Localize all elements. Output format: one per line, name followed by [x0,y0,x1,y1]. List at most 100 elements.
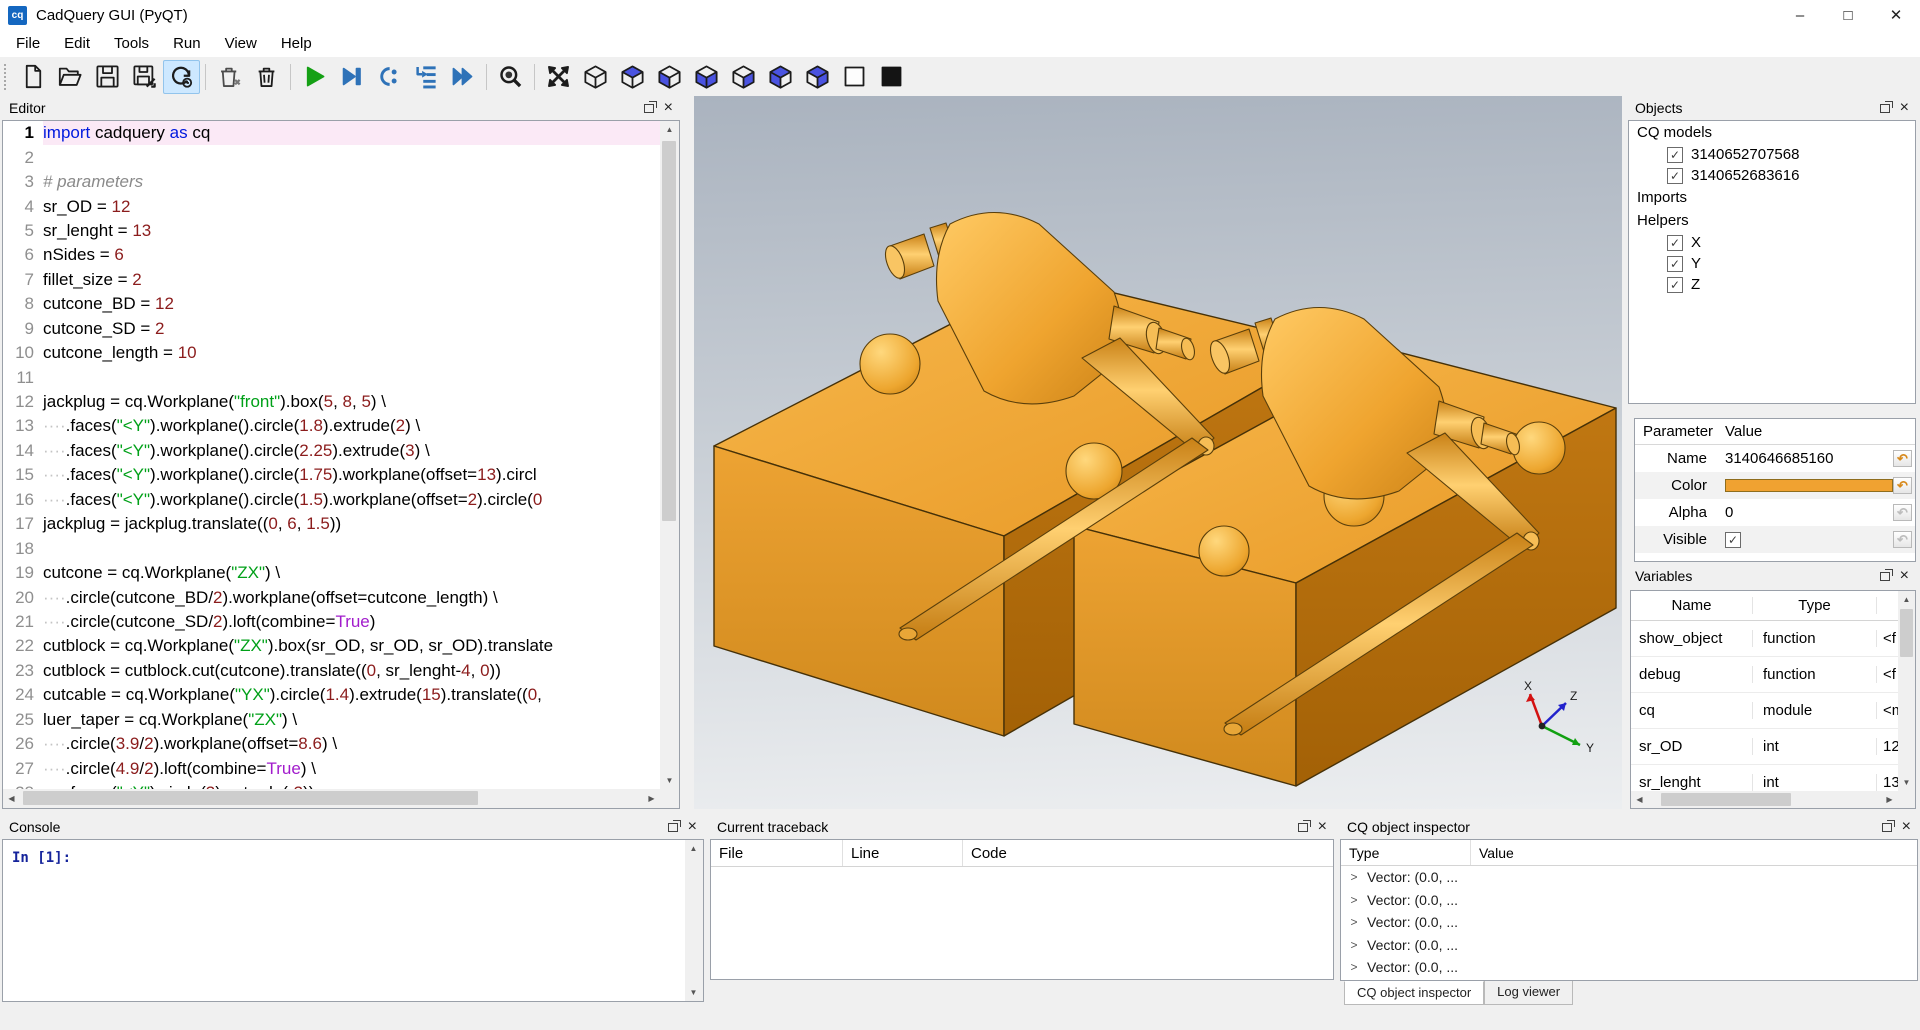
shaded-mode-button[interactable] [873,60,910,94]
minimize-button[interactable]: – [1776,0,1824,30]
variable-row-show_object[interactable]: show_objectfunction<f [1631,621,1898,657]
scroll-up-arrow[interactable]: ▲ [1898,591,1915,608]
expand-chevron-icon[interactable]: > [1341,870,1367,884]
code-line-18[interactable]: 18 [3,536,660,560]
code-line-20[interactable]: 20····.circle(cutcone_BD/2).workplane(of… [3,585,660,609]
scroll-left-arrow[interactable]: ◀ [1631,791,1648,808]
code-line-6[interactable]: 6nSides = 6 [3,243,660,267]
inspector-table[interactable]: Type Value >Vector: (0.0, ...>Vector: (0… [1340,839,1918,981]
param-value[interactable]: ✓ [1715,532,1893,548]
variable-row-cq[interactable]: cqmodule<m [1631,693,1898,729]
code-line-4[interactable]: 4sr_OD = 12 [3,194,660,218]
scroll-up-arrow[interactable]: ▲ [661,121,678,138]
menu-tools[interactable]: Tools [102,31,161,56]
checkbox[interactable]: ✓ [1667,256,1683,272]
editor-horizontal-scrollbar[interactable]: ◀ ▶ [3,789,660,808]
view-bottom-button[interactable] [651,60,688,94]
visible-checkbox[interactable]: ✓ [1725,532,1741,548]
editor-vscroll-thumb[interactable] [662,141,676,521]
inspector-row[interactable]: >Vector: (0.0, ... [1341,956,1917,979]
code-line-9[interactable]: 9cutcone_SD = 2 [3,317,660,341]
param-value[interactable]: 0 [1715,504,1893,521]
code-line-1[interactable]: 1import cadquery as cq [3,121,660,145]
expand-chevron-icon[interactable]: > [1341,938,1367,952]
inspector-row[interactable]: >Vector: (0.0, ... [1341,889,1917,912]
tab-log-viewer[interactable]: Log viewer [1484,981,1573,1005]
code-line-25[interactable]: 25luer_taper = cq.Workplane("ZX") \ [3,708,660,732]
code-line-10[interactable]: 10cutcone_length = 10 [3,341,660,365]
inspector-row[interactable]: >Vector: (0.0, ... [1341,934,1917,957]
code-line-24[interactable]: 24cutcable = cq.Workplane("YX").circle(1… [3,683,660,707]
maximize-button[interactable]: □ [1824,0,1872,30]
editor-float-icon[interactable] [644,104,654,113]
menu-help[interactable]: Help [269,31,324,56]
tree-group-helpers[interactable]: Helpers [1629,209,1915,232]
toggle-breakpoint-button[interactable] [370,60,407,94]
scroll-right-arrow[interactable]: ▶ [643,790,660,807]
tree-group-cq-models[interactable]: CQ models [1629,121,1915,144]
inspector-close-icon[interactable]: × [1902,822,1911,832]
scroll-down-arrow[interactable]: ▼ [1898,774,1915,791]
inspector-panel-header[interactable]: CQ object inspector × [1340,815,1918,839]
inspector-row[interactable]: >Vector: (0.0, ... [1341,911,1917,934]
variables-float-icon[interactable] [1880,572,1890,581]
variables-vertical-scrollbar[interactable]: ▲ ▼ [1898,591,1915,791]
objects-float-icon[interactable] [1880,104,1890,113]
variables-table[interactable]: NameTypeshow_objectfunction<fdebugfuncti… [1630,590,1916,809]
console-close-icon[interactable]: × [688,822,697,832]
menu-run[interactable]: Run [161,31,213,56]
menu-file[interactable]: File [4,31,52,56]
code-line-15[interactable]: 15····.faces("<Y").workplane().circle(1.… [3,463,660,487]
view-left-button[interactable] [762,60,799,94]
checkbox[interactable]: ✓ [1667,277,1683,293]
3d-viewport[interactable]: X Z Y [694,96,1622,809]
checkbox[interactable]: ✓ [1667,147,1683,163]
step-into-button[interactable] [407,60,444,94]
objects-tree[interactable]: CQ models✓3140652707568✓3140652683616Imp… [1628,120,1916,404]
checkbox[interactable]: ✓ [1667,168,1683,184]
delete-all-button[interactable] [248,60,285,94]
code-line-11[interactable]: 11 [3,365,660,389]
code-line-13[interactable]: 13····.faces("<Y").workplane().circle(1.… [3,414,660,438]
checkbox[interactable]: ✓ [1667,235,1683,251]
code-line-7[interactable]: 7fillet_size = 2 [3,268,660,292]
wireframe-mode-button[interactable] [836,60,873,94]
editor-code-area[interactable]: 1import cadquery as cq23# parameters4sr_… [2,120,680,809]
traceback-panel-header[interactable]: Current traceback × [710,815,1334,839]
tree-item-z[interactable]: ✓Z [1629,274,1915,295]
screenshot-button[interactable] [492,60,529,94]
code-line-8[interactable]: 8cutcone_BD = 12 [3,292,660,316]
traceback-float-icon[interactable] [1298,823,1308,832]
undo-icon[interactable]: ↶ [1893,450,1912,467]
variables-hscroll-thumb[interactable] [1661,793,1791,806]
variables-close-icon[interactable]: × [1900,571,1909,581]
save-script-button[interactable] [89,60,126,94]
variable-row-sr_OD[interactable]: sr_ODint12 [1631,729,1898,765]
expand-chevron-icon[interactable]: > [1341,915,1367,929]
new-script-button[interactable] [15,60,52,94]
undo-icon[interactable]: ↶ [1893,477,1912,494]
view-front-button[interactable] [688,60,725,94]
menu-view[interactable]: View [213,31,269,56]
param-value[interactable] [1715,479,1893,492]
tree-item-3140652707568[interactable]: ✓3140652707568 [1629,144,1915,165]
code-line-28[interactable]: 28····.faces("<Y").circle(3).extrude(-3)… [3,781,660,789]
delete-selected-button[interactable] [211,60,248,94]
code-line-23[interactable]: 23cutblock = cutblock.cut(cutcone).trans… [3,659,660,683]
code-line-26[interactable]: 26····.circle(3.9/2).workplane(offset=8.… [3,732,660,756]
continue-run-button[interactable] [444,60,481,94]
tree-group-imports[interactable]: Imports [1629,186,1915,209]
scroll-down-arrow[interactable]: ▼ [685,984,702,1001]
menu-edit[interactable]: Edit [52,31,102,56]
tree-item-3140652683616[interactable]: ✓3140652683616 [1629,165,1915,186]
scroll-up-arrow[interactable]: ▲ [685,840,702,857]
scroll-down-arrow[interactable]: ▼ [661,772,678,789]
variables-horizontal-scrollbar[interactable]: ◀ ▶ [1631,791,1898,808]
debug-step-button[interactable] [333,60,370,94]
view-top-button[interactable] [614,60,651,94]
objects-close-icon[interactable]: × [1900,103,1909,113]
code-line-17[interactable]: 17jackplug = jackplug.translate((0, 6, 1… [3,512,660,536]
code-line-14[interactable]: 14····.faces("<Y").workplane().circle(2.… [3,439,660,463]
tree-item-y[interactable]: ✓Y [1629,253,1915,274]
code-line-3[interactable]: 3# parameters [3,170,660,194]
